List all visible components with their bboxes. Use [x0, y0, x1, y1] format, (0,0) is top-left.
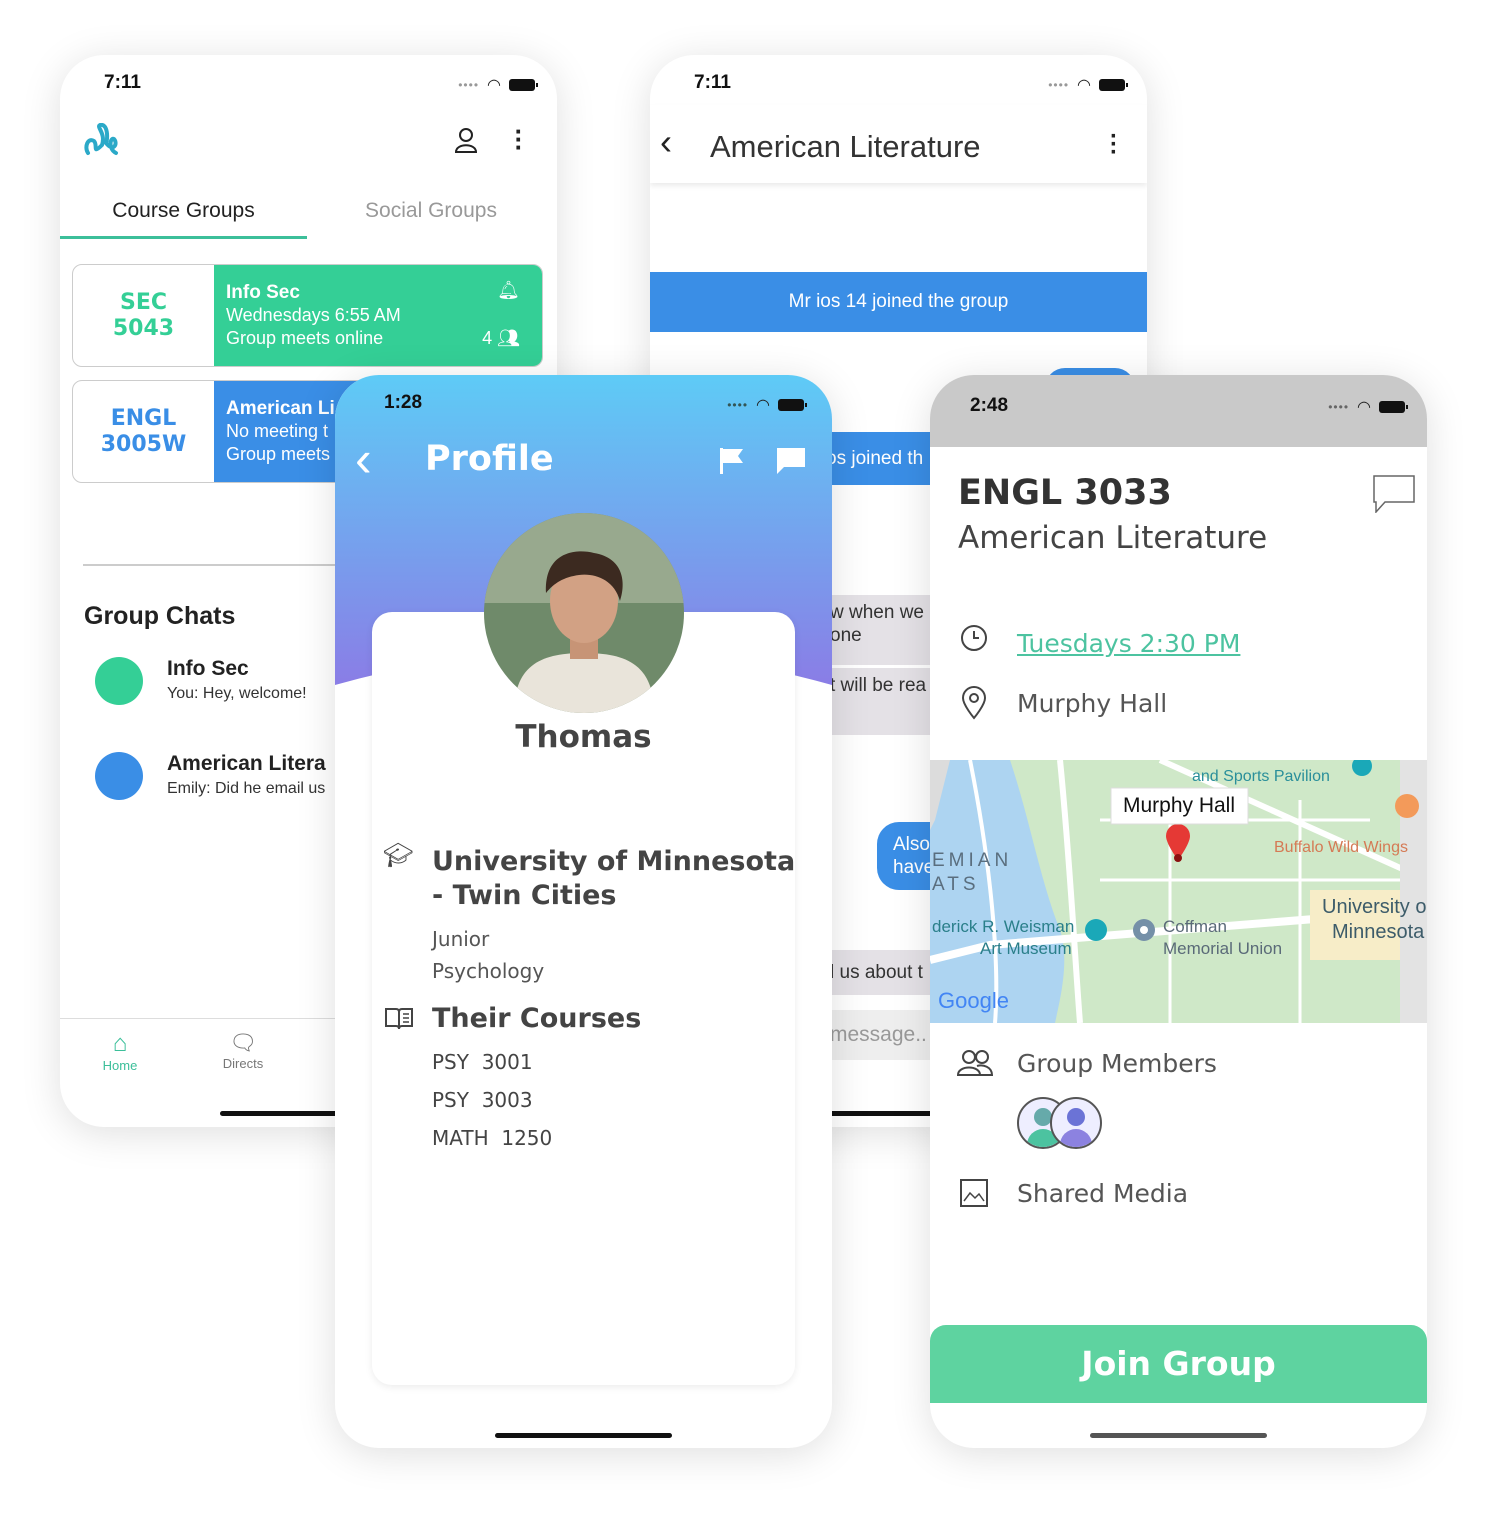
member-count: 4 👥︎ — [482, 328, 520, 348]
chat-preview: Emily: Did he email us — [167, 780, 326, 797]
map-label: Art Museum — [980, 939, 1072, 958]
chat-icon: 🗨︎ — [229, 1030, 257, 1055]
tab-course-groups[interactable]: Course Groups — [60, 199, 307, 223]
message-icon[interactable] — [776, 447, 806, 475]
shared-media-label[interactable]: Shared Media — [1017, 1179, 1188, 1208]
status-icons: •••• ◠ — [1048, 75, 1128, 95]
graduation-cap-icon: 🎓︎ — [383, 842, 414, 869]
chat-avatar — [95, 752, 143, 800]
chat-avatar — [95, 657, 143, 705]
status-time: 7:11 — [694, 72, 731, 93]
system-message: Mr ios 14 joined the group — [650, 272, 1147, 332]
map-label: EMIAN — [932, 850, 1012, 871]
university: University of Minnesota - Twin Cities — [432, 846, 796, 911]
image-icon — [960, 1179, 988, 1207]
tab-social-groups[interactable]: Social Groups — [307, 199, 555, 223]
nav-home[interactable]: ⌂ Home — [90, 1030, 150, 1073]
status-icons: •••• ◠ — [458, 75, 538, 95]
course-code: SEC — [119, 289, 168, 315]
home-indicator — [1090, 1433, 1267, 1438]
flag-icon[interactable] — [719, 447, 745, 475]
google-logo: Google — [938, 988, 1009, 1013]
status-time: 1:28 — [384, 392, 423, 413]
map-pin-label: Murphy Hall — [1123, 794, 1235, 817]
app-logo — [84, 123, 118, 155]
map-label: Memorial Union — [1163, 939, 1282, 958]
course-number: 3005W — [100, 431, 187, 457]
course-code: ENGL — [110, 405, 177, 431]
map[interactable]: Murphy Hall and Sports Pavilion Buffalo … — [930, 760, 1427, 1023]
course-card[interactable]: SEC 5043 Info Sec Wednesdays 6:55 AM Grou… — [72, 264, 543, 367]
profile-name: Thomas — [515, 719, 652, 755]
schedule-link[interactable]: Tuesdays 2:30 PM — [1017, 629, 1240, 658]
chat-name: Info Sec — [167, 657, 249, 680]
tab-indicator — [60, 236, 307, 239]
location-text: Murphy Hall — [1017, 689, 1168, 718]
course-schedule: No meeting t — [226, 421, 329, 441]
status-icons: •••• ◠ — [727, 395, 807, 415]
group-code: ENGL 3033 — [958, 473, 1172, 513]
back-icon[interactable]: ‹ — [660, 121, 672, 163]
chat-name: American Litera — [167, 752, 326, 775]
major: Psychology — [432, 959, 545, 983]
group-name: American Literature — [958, 520, 1268, 556]
profile-icon[interactable] — [454, 127, 478, 153]
group-members-label: Group Members — [1017, 1049, 1217, 1078]
map-label: Coffman — [1163, 917, 1227, 936]
map-label: University o — [1322, 896, 1426, 918]
group-chats-heading: Group Chats — [84, 602, 236, 630]
location-pin-icon — [961, 686, 987, 720]
course-item: PSY 3003 — [432, 1088, 533, 1112]
course-schedule: Wednesdays 6:55 AM — [226, 305, 401, 325]
course-number: 5043 — [112, 315, 175, 341]
status-time: 7:11 — [104, 72, 141, 93]
map-label: Minnesota — [1332, 921, 1425, 943]
chat-icon[interactable] — [1373, 475, 1415, 513]
chat-preview: You: Hey, welcome! — [167, 685, 307, 702]
home-icon: ⌂ — [112, 1030, 128, 1057]
course-item: PSY 3001 — [432, 1050, 533, 1074]
back-icon[interactable]: ‹ — [355, 429, 372, 489]
book-icon — [385, 1008, 413, 1030]
profile-title: Profile — [425, 439, 554, 479]
course-location: Group meets — [226, 444, 331, 464]
map-label: Buffalo Wild Wings — [1274, 839, 1408, 856]
course-title: Info Sec — [226, 282, 300, 303]
group-phone: 2:48 •••• ◠ ENGL 3033 American Literature… — [930, 375, 1427, 1448]
year: Junior — [432, 927, 490, 951]
join-group-button[interactable]: Join Group — [930, 1325, 1427, 1403]
map-label: derick R. Weisman — [932, 917, 1074, 936]
home-indicator — [495, 1433, 672, 1438]
course-item: MATH 1250 — [432, 1126, 553, 1150]
member-avatar[interactable] — [1050, 1097, 1102, 1149]
more-menu-icon[interactable]: · · · — [1110, 125, 1118, 165]
avatar — [484, 513, 684, 713]
chat-title: American Literature — [710, 129, 981, 164]
status-time: 2:48 — [970, 395, 1009, 416]
clock-icon — [961, 625, 987, 651]
bell-icon[interactable]: 🔔︎ — [497, 279, 520, 302]
nav-directs[interactable]: 🗨︎ Directs — [213, 1030, 273, 1071]
members-icon: 👥︎ — [497, 328, 520, 348]
map-label: ATS — [932, 874, 980, 895]
course-title: American Li — [226, 398, 335, 419]
status-icons: •••• ◠ — [1328, 397, 1408, 417]
course-location: Group meets online — [226, 328, 384, 348]
more-menu-icon[interactable]: · · · — [514, 118, 524, 160]
courses-heading: Their Courses — [432, 1003, 642, 1034]
group-members-icon — [957, 1050, 993, 1076]
profile-phone: 1:28 •••• ◠ ‹ Profile Thomas 🎓︎ Universit… — [335, 375, 832, 1448]
map-label: and Sports Pavilion — [1192, 768, 1330, 785]
